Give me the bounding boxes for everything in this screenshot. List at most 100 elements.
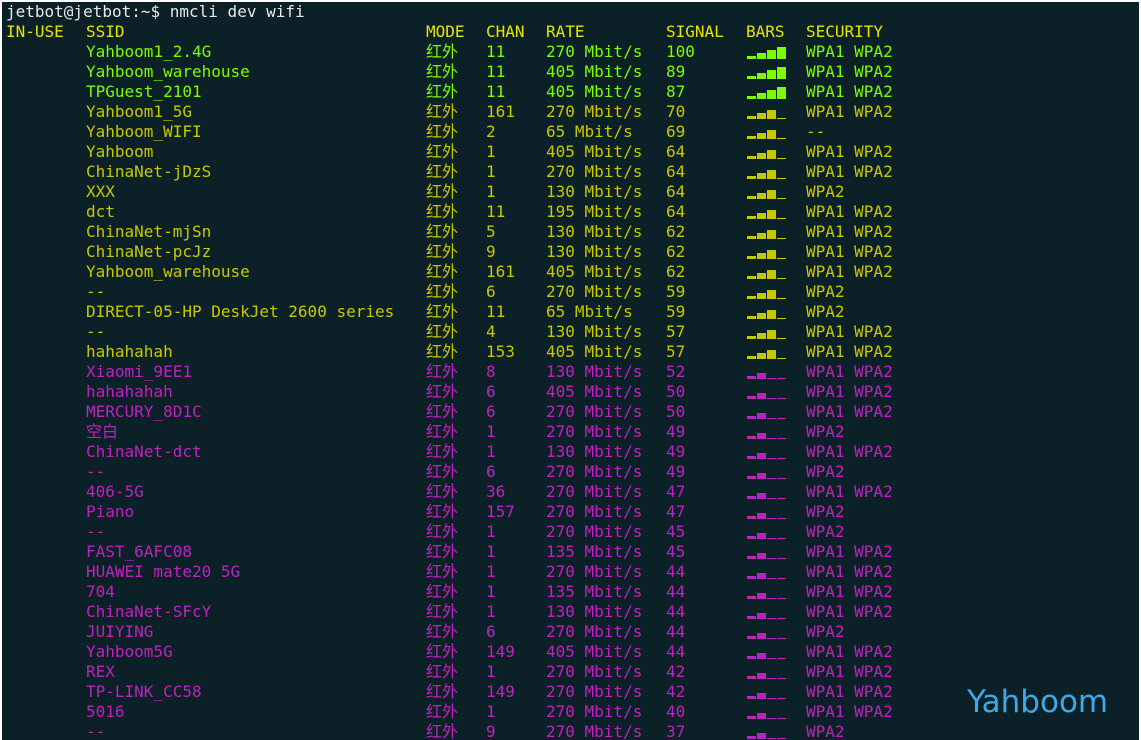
signal-bar-empty [777,118,786,119]
cell-mode: 红外 [426,362,459,381]
cell-signal: 44 [666,562,686,581]
cell-mode: 红外 [426,722,459,740]
signal-bar-filled [747,596,756,599]
signal-bar-filled [757,53,766,59]
cell-security: WPA2 [806,182,845,201]
cell-ssid: TP-LINK_CC58 [86,682,202,701]
signal-bars-icon [746,642,790,662]
cell-chan: 6 [486,282,496,301]
cell-ssid: REX [86,662,115,681]
cell-mode: 红外 [426,82,459,101]
header-rate: RATE [546,22,585,41]
cell-mode: 红外 [426,102,459,121]
cell-mode: 红外 [426,302,459,321]
signal-bar-filled [747,576,756,579]
cell-mode: 红外 [426,642,459,661]
terminal-window[interactable]: jetbot@jetbot:~$ nmcli dev wifi IN-USE S… [2,2,1139,740]
cell-signal: 57 [666,342,686,361]
signal-bar-filled [757,293,766,299]
cell-signal: 49 [666,422,686,441]
cell-rate: 130 Mbit/s [546,442,643,461]
header-chan: CHAN [486,22,525,41]
cell-security: WPA1 WPA2 [806,362,893,381]
cell-ssid: ChinaNet-pcJz [86,242,212,261]
cell-ssid: 704 [86,582,115,601]
table-row: DIRECT-05-HP DeskJet 2600 series 红外 11 65 M… [2,302,1139,322]
signal-bar-filled [747,396,756,399]
cell-signal: 59 [666,282,686,301]
cell-chan: 161 [486,262,515,281]
signal-bar-filled [767,290,776,299]
signal-bar-filled [747,136,756,139]
signal-bar-filled [747,616,756,619]
signal-bar-empty [767,658,776,659]
signal-bar-filled [767,170,776,179]
cell-ssid: Yahboom_WIFI [86,122,202,141]
signal-bar-filled [757,493,766,499]
cell-rate: 130 Mbit/s [546,362,643,381]
signal-bars-icon [746,702,790,722]
cell-chan: 1 [486,162,496,181]
signal-bars-icon [746,242,790,262]
cell-security: WPA1 WPA2 [806,682,893,701]
cell-ssid: TPGuest_2101 [86,82,202,101]
cell-security: WPA1 WPA2 [806,582,893,601]
table-row: Yahboom_warehouse 红外 161 405 Mbit/s 62 WPA1 W… [2,262,1139,282]
cell-chan: 1 [486,522,496,541]
cell-ssid: Yahboom [86,142,154,161]
cell-ssid: 406-5G [86,482,144,501]
signal-bar-empty [777,518,786,519]
signal-bar-empty [767,618,776,619]
cell-chan: 4 [486,322,496,341]
signal-bars-icon [746,582,790,602]
signal-bar-filled [757,613,766,619]
signal-bar-filled [757,393,766,399]
table-row: dct 红外 11 195 Mbit/s 64 WPA1 WPA2 [2,202,1139,222]
table-row: Piano 红外 157 270 Mbit/s 47 WPA2 [2,502,1139,522]
cell-ssid: hahahahah [86,382,173,401]
cell-rate: 270 Mbit/s [546,42,643,61]
cell-signal: 50 [666,402,686,421]
signal-bar-filled [747,536,756,539]
signal-bars-icon [746,262,790,282]
signal-bar-filled [747,356,756,359]
cell-rate: 130 Mbit/s [546,222,643,241]
cell-ssid: dct [86,202,115,221]
signal-bars-icon [746,562,790,582]
signal-bar-empty [777,698,786,699]
signal-bars-icon [746,122,790,142]
signal-bar-filled [757,253,766,259]
cell-ssid: XXX [86,182,115,201]
cell-signal: 45 [666,542,686,561]
cell-ssid: MERCURY_8D1C [86,402,202,421]
table-row: hahahahah 红外 153 405 Mbit/s 57 WPA1 WPA2 [2,342,1139,362]
signal-bar-empty [767,518,776,519]
cell-security: WPA1 WPA2 [806,442,893,461]
signal-bar-empty [777,558,786,559]
cell-signal: 44 [666,582,686,601]
table-row: ChinaNet-jDzS 红外 1 270 Mbit/s 64 WPA1 WPA2 [2,162,1139,182]
signal-bars-icon [746,322,790,342]
cell-rate: 405 Mbit/s [546,262,643,281]
cell-mode: 红外 [426,402,459,421]
cell-security: WPA1 WPA2 [806,202,893,221]
signal-bar-filled [747,56,756,59]
cell-security: WPA2 [806,502,845,521]
table-row: -- 红外 9 270 Mbit/s 37 WPA2 [2,722,1139,740]
cell-signal: 62 [666,262,686,281]
signal-bar-filled [757,593,766,599]
cell-mode: 红外 [426,42,459,61]
cell-ssid: Yahboom5G [86,642,173,661]
signal-bar-filled [747,116,756,119]
signal-bar-empty [777,278,786,279]
cell-signal: 44 [666,622,686,641]
signal-bar-empty [777,398,786,399]
signal-bar-empty [767,418,776,419]
signal-bar-filled [747,276,756,279]
signal-bar-filled [767,330,776,339]
signal-bar-filled [757,373,766,379]
header-in-use: IN-USE [6,22,64,41]
signal-bar-filled [747,476,756,479]
signal-bars-icon [746,82,790,102]
table-row: XXX 红外 1 130 Mbit/s 64 WPA2 [2,182,1139,202]
